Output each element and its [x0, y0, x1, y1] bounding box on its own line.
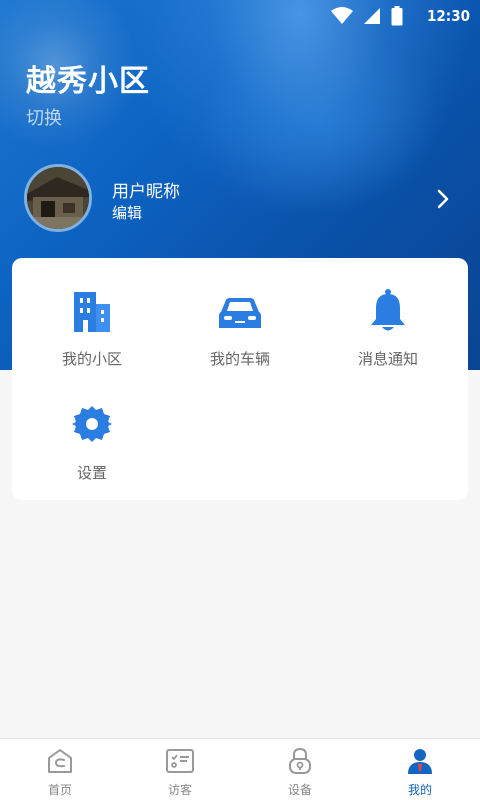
menu-item-my-vehicle[interactable]: 我的车辆 [164, 290, 316, 369]
car-icon [219, 298, 261, 328]
tab-device[interactable]: 设备 [240, 739, 360, 800]
profile-row[interactable]: 用户昵称 编辑 [24, 164, 456, 234]
bell-icon [371, 289, 405, 331]
user-icon [408, 749, 432, 774]
tab-mine[interactable]: 我的 [360, 739, 480, 800]
status-time: 12:30 [427, 7, 470, 25]
edit-profile-link[interactable]: 编辑 [112, 202, 142, 223]
lock-icon [289, 747, 311, 774]
tab-home[interactable]: 首页 [0, 739, 120, 800]
signal-icon [364, 8, 381, 24]
wifi-icon [331, 7, 354, 24]
tab-label: 我的 [407, 783, 432, 797]
menu-item-label: 我的车辆 [209, 350, 270, 368]
visitor-card-icon [166, 749, 194, 773]
tab-label: 设备 [287, 783, 312, 797]
bottom-tab-bar: 首页 访客 设备 我的 [0, 738, 480, 800]
gear-icon [72, 406, 112, 442]
home-icon [48, 749, 72, 773]
tab-visitor[interactable]: 访客 [120, 739, 240, 800]
menu-item-settings[interactable]: 设置 [16, 404, 168, 483]
menu-item-label: 设置 [76, 464, 107, 482]
building-icon [74, 292, 110, 332]
menu-card: 我的小区 我的车辆 消息通知 设置 [12, 258, 468, 500]
tab-label: 首页 [47, 783, 72, 797]
menu-item-label: 消息通知 [357, 350, 418, 368]
status-bar: 12:30 [0, 0, 480, 36]
avatar-image [27, 167, 89, 229]
menu-item-label: 我的小区 [61, 350, 122, 368]
community-name: 越秀小区 [26, 64, 150, 99]
tab-label: 访客 [167, 783, 192, 797]
battery-icon [391, 6, 403, 26]
user-nickname: 用户昵称 [112, 182, 180, 202]
chevron-right-icon[interactable] [430, 186, 456, 212]
menu-item-my-community[interactable]: 我的小区 [16, 290, 168, 369]
switch-community-link[interactable]: 切换 [26, 104, 62, 130]
avatar[interactable] [24, 164, 92, 232]
menu-item-notifications[interactable]: 消息通知 [312, 288, 464, 369]
